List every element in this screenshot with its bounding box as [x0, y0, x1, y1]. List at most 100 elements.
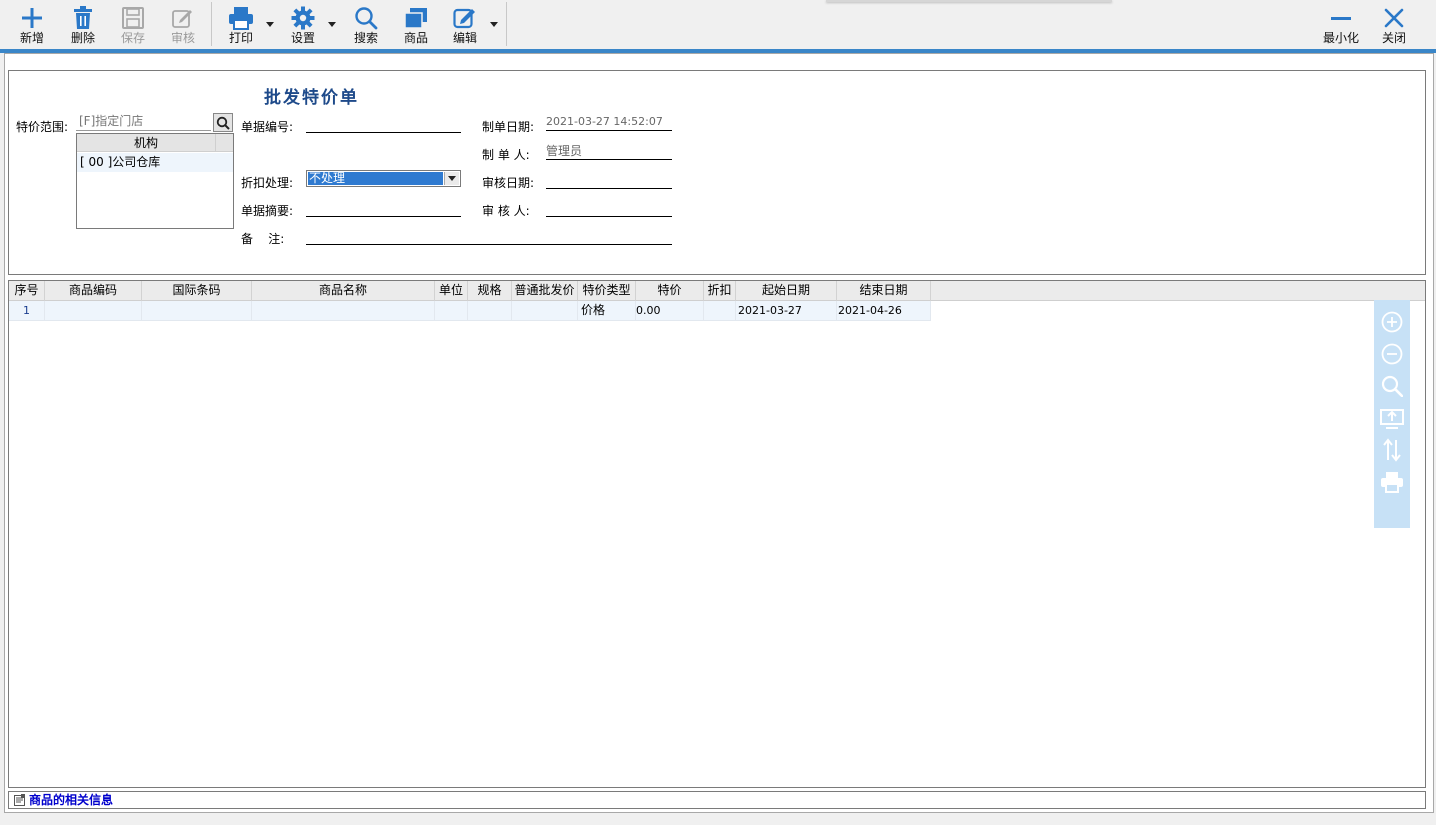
summary-field[interactable] [306, 201, 461, 217]
goods-button[interactable]: 商品 [397, 0, 435, 49]
minimize-icon [1325, 5, 1357, 31]
table-row-filler [931, 301, 1425, 321]
discount-selected-value: 不处理 [308, 172, 443, 185]
trash-icon [67, 5, 99, 31]
creator-field[interactable]: 管理员 [546, 144, 672, 160]
delete-label: 删除 [70, 31, 95, 45]
save-button[interactable]: 保存 [114, 0, 152, 49]
col-discount[interactable]: 折扣 [704, 281, 736, 301]
print-button[interactable]: 打印 [222, 0, 260, 49]
audit-label: 审核 [170, 31, 195, 45]
cell-barcode[interactable] [142, 301, 252, 321]
save-label: 保存 [120, 31, 145, 45]
col-unit[interactable]: 单位 [435, 281, 468, 301]
audit-date-label: 审核日期: [482, 176, 535, 190]
audit-date-field[interactable] [546, 173, 672, 189]
cell-wholesale-price[interactable] [512, 301, 578, 321]
close-icon [1378, 5, 1410, 31]
search-icon [350, 5, 382, 31]
cell-unit[interactable] [435, 301, 468, 321]
audit-button[interactable]: 审核 [164, 0, 202, 49]
sort-icon[interactable] [1378, 434, 1406, 466]
col-spec[interactable]: 规格 [468, 281, 512, 301]
settings-dropdown-caret[interactable] [327, 19, 337, 29]
discount-select[interactable]: 不处理 [306, 170, 461, 187]
edit-check-icon [167, 5, 199, 31]
org-list-header-filler [215, 134, 233, 152]
toolbar-separator [506, 2, 507, 46]
caret-down-icon [328, 21, 336, 27]
edit-button[interactable]: 编辑 [446, 0, 484, 49]
gear-icon [287, 5, 319, 31]
col-seq[interactable]: 序号 [9, 281, 45, 301]
org-list-item[interactable]: [ 00 ]公司仓库 [77, 153, 233, 172]
new-button[interactable]: 新增 [13, 0, 51, 49]
form-title: 批发特价单 [264, 88, 359, 108]
col-special-price[interactable]: 特价 [636, 281, 704, 301]
print-label: 打印 [228, 31, 253, 45]
print-dropdown-caret[interactable] [265, 19, 275, 29]
col-code[interactable]: 商品编码 [45, 281, 142, 301]
new-label: 新增 [19, 31, 44, 45]
cell-start-date[interactable]: 2021-03-27 [736, 301, 837, 321]
edit-icon [449, 5, 481, 31]
col-start-date[interactable]: 起始日期 [736, 281, 837, 301]
export-icon[interactable] [1378, 402, 1406, 434]
delete-button[interactable]: 删除 [64, 0, 102, 49]
close-button[interactable]: 关闭 [1375, 0, 1413, 49]
search-icon [216, 116, 230, 130]
col-name[interactable]: 商品名称 [252, 281, 435, 301]
minimize-label: 最小化 [1322, 31, 1359, 45]
caret-down-icon [490, 21, 498, 27]
cell-end-date[interactable]: 2021-04-26 [837, 301, 931, 321]
summary-label: 单据摘要: [241, 204, 294, 218]
scope-label: 特价范围: [16, 120, 69, 134]
col-special-type[interactable]: 特价类型 [578, 281, 636, 301]
minimize-button[interactable]: 最小化 [1318, 0, 1364, 49]
edit-label: 编辑 [452, 31, 477, 45]
plus-icon [16, 5, 48, 31]
col-end-date[interactable]: 结束日期 [837, 281, 931, 301]
doc-no-field[interactable] [306, 117, 461, 133]
grid-header: 序号 商品编码 国际条码 商品名称 单位 规格 普通批发价 特价类型 特价 折扣… [9, 281, 1425, 301]
windows-stack-icon [400, 5, 432, 31]
toolbar-separator [211, 2, 212, 46]
auditor-field[interactable] [546, 201, 672, 217]
settings-button[interactable]: 设置 [284, 0, 322, 49]
search-icon[interactable] [1378, 370, 1406, 402]
scope-search-button[interactable] [213, 113, 233, 132]
col-wholesale-price[interactable]: 普通批发价 [512, 281, 578, 301]
cell-discount[interactable] [704, 301, 736, 321]
cell-special-type[interactable]: 价格 [578, 301, 636, 321]
cell-special-price[interactable]: 0.00 [636, 301, 704, 321]
cell-code[interactable] [45, 301, 142, 321]
document-icon [14, 794, 25, 806]
zoom-out-icon[interactable] [1378, 338, 1406, 370]
edit-dropdown-caret[interactable] [489, 19, 499, 29]
creator-label: 制 单 人: [482, 148, 530, 162]
remark-field[interactable] [306, 229, 672, 245]
col-barcode[interactable]: 国际条码 [142, 281, 252, 301]
create-date-field[interactable]: 2021-03-27 14:52:07 [546, 115, 672, 131]
printer-icon [225, 5, 257, 31]
chevron-down-icon[interactable] [444, 172, 459, 185]
zoom-in-icon[interactable] [1378, 306, 1406, 338]
goods-label: 商品 [403, 31, 428, 45]
print-icon[interactable] [1378, 466, 1406, 498]
scope-input[interactable]: [F]指定门店 [76, 113, 211, 131]
goods-info-bar[interactable]: 商品的相关信息 [8, 791, 1426, 809]
auditor-label: 审 核 人: [482, 204, 530, 218]
cell-name[interactable] [252, 301, 435, 321]
cell-spec[interactable] [468, 301, 512, 321]
cell-seq: 1 [9, 301, 45, 321]
goods-info-label: 商品的相关信息 [29, 793, 114, 807]
search-button[interactable]: 搜索 [347, 0, 385, 49]
table-row[interactable]: 1 价格 0.00 2021-03-27 2021-04-26 [9, 301, 931, 321]
settings-label: 设置 [290, 31, 315, 45]
caret-down-icon [266, 21, 274, 27]
goods-grid: 序号 商品编码 国际条码 商品名称 单位 规格 普通批发价 特价类型 特价 折扣… [8, 280, 1426, 788]
close-label: 关闭 [1381, 31, 1406, 45]
floppy-icon [117, 5, 149, 31]
remark-label: 备 注: [241, 232, 285, 246]
toolbar: 新增 删除 保存 审核 打印 设置 搜索 商品 编辑 最小化 关闭 [0, 0, 1436, 49]
